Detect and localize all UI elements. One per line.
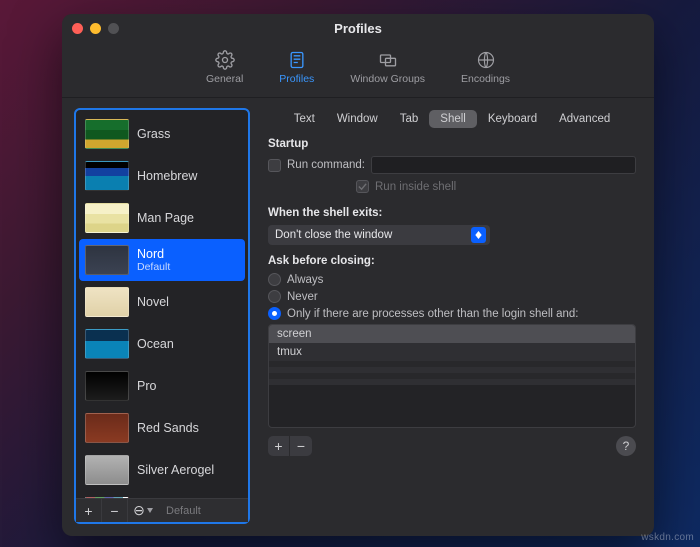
thumbnail-icon	[85, 161, 129, 191]
sidebar-footer: + − ⊖ Default	[76, 498, 248, 522]
profile-item-redsands[interactable]: Red Sands	[79, 407, 245, 449]
profile-item-manpage[interactable]: Man Page	[79, 197, 245, 239]
thumbnail-icon	[85, 413, 129, 443]
ask-section: Ask before closing: Always Never Only if…	[262, 245, 642, 456]
run-command-checkbox[interactable]	[268, 159, 281, 172]
globe-icon	[476, 50, 496, 70]
thumbnail-icon	[85, 245, 129, 275]
profile-item-homebrew[interactable]: Homebrew	[79, 155, 245, 197]
add-profile-button[interactable]: +	[76, 499, 102, 522]
detail-tabs: Text Window Tab Shell Keyboard Advanced	[262, 110, 642, 128]
title-bar: Profiles	[62, 14, 654, 42]
list-item	[269, 379, 635, 385]
thumbnail-icon	[85, 203, 129, 233]
watermark: wskdn.com	[641, 532, 694, 543]
startup-section: Startup Run command: Run inside shell	[262, 128, 642, 197]
tab-advanced[interactable]: Advanced	[548, 110, 621, 128]
window-groups-icon	[378, 50, 398, 70]
tab-keyboard[interactable]: Keyboard	[477, 110, 548, 128]
run-inside-shell-label: Run inside shell	[375, 181, 456, 193]
radio-only-processes[interactable]	[268, 307, 281, 320]
process-list[interactable]: screen tmux	[268, 324, 636, 428]
tab-tab[interactable]: Tab	[389, 110, 430, 128]
tab-shell[interactable]: Shell	[429, 110, 477, 128]
toolbar-label: Window Groups	[350, 73, 425, 85]
thumbnail-icon	[85, 119, 129, 149]
profile-item-pro[interactable]: Pro	[79, 365, 245, 407]
toolbar-encodings[interactable]: Encodings	[451, 46, 520, 89]
profile-item-solidcolors[interactable]: Solid Colors	[79, 491, 245, 498]
startup-heading: Startup	[268, 138, 636, 150]
toolbar-label: General	[206, 73, 243, 85]
tab-window[interactable]: Window	[326, 110, 389, 128]
ask-heading: Ask before closing:	[268, 255, 636, 267]
run-inside-shell-checkbox	[356, 180, 369, 193]
thumbnail-icon	[85, 329, 129, 359]
list-item[interactable]: tmux	[269, 343, 635, 361]
gear-icon	[215, 50, 235, 70]
profile-actions-button[interactable]: ⊖	[128, 499, 158, 522]
thumbnail-icon	[85, 371, 129, 401]
help-button[interactable]: ?	[616, 436, 636, 456]
radio-always[interactable]	[268, 273, 281, 286]
profile-icon	[287, 50, 307, 70]
shell-exit-select[interactable]: Don't close the window	[268, 225, 490, 245]
circle-minus-icon: ⊖	[133, 502, 145, 519]
profile-item-silver[interactable]: Silver Aerogel	[79, 449, 245, 491]
profile-item-grass[interactable]: Grass	[79, 113, 245, 155]
profiles-sidebar: Grass Homebrew Man Page NordDefault Nove…	[74, 108, 250, 524]
toolbar-window-groups[interactable]: Window Groups	[340, 46, 435, 89]
profile-item-nord[interactable]: NordDefault	[79, 239, 245, 281]
exit-heading: When the shell exits:	[268, 207, 636, 219]
select-value: Don't close the window	[275, 229, 392, 241]
list-item[interactable]: screen	[269, 325, 635, 343]
exit-section: When the shell exits: Don't close the wi…	[262, 197, 642, 245]
toolbar-general[interactable]: General	[196, 46, 253, 89]
footer-default-label[interactable]: Default	[158, 499, 248, 522]
profiles-list[interactable]: Grass Homebrew Man Page NordDefault Nove…	[76, 110, 248, 498]
process-buttons: + −	[268, 436, 312, 456]
window-title: Profiles	[62, 21, 654, 36]
chevron-updown-icon	[471, 227, 486, 243]
run-command-field[interactable]	[371, 156, 636, 174]
toolbar-profiles[interactable]: Profiles	[269, 46, 324, 89]
remove-process-button[interactable]: −	[290, 436, 312, 456]
add-process-button[interactable]: +	[268, 436, 290, 456]
toolbar: General Profiles Window Groups Encodings	[62, 42, 654, 98]
profile-item-novel[interactable]: Novel	[79, 281, 245, 323]
thumbnail-icon	[85, 455, 129, 485]
preferences-window: Profiles General Profiles Window Groups …	[62, 14, 654, 536]
toolbar-label: Encodings	[461, 73, 510, 85]
profile-item-ocean[interactable]: Ocean	[79, 323, 245, 365]
main-panel: Text Window Tab Shell Keyboard Advanced …	[250, 108, 642, 524]
thumbnail-icon	[85, 287, 129, 317]
toolbar-label: Profiles	[279, 73, 314, 85]
remove-profile-button[interactable]: −	[102, 499, 128, 522]
tab-text[interactable]: Text	[283, 110, 326, 128]
run-command-label: Run command:	[287, 159, 365, 171]
radio-never[interactable]	[268, 290, 281, 303]
content-area: Grass Homebrew Man Page NordDefault Nove…	[62, 98, 654, 536]
